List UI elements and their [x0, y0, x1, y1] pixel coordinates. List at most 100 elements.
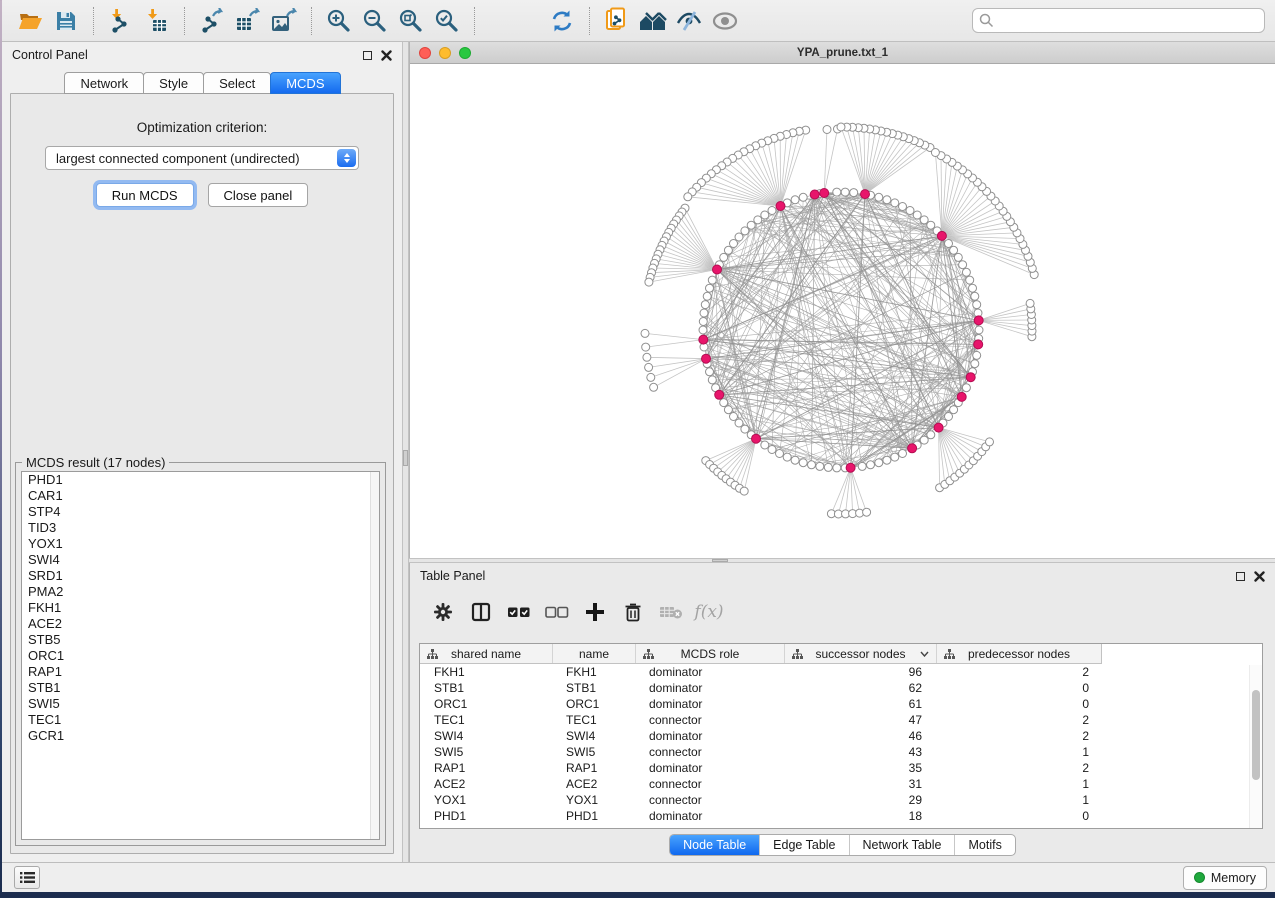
graph-dominator-node[interactable] — [974, 340, 983, 349]
graph-node[interactable] — [700, 309, 708, 317]
graph-node[interactable] — [899, 450, 907, 458]
table-cell[interactable]: ORC1 — [420, 696, 553, 712]
graph-dominator-node[interactable] — [974, 316, 983, 325]
import-network-icon[interactable] — [106, 6, 136, 36]
table-cell[interactable]: YOX1 — [420, 792, 553, 808]
mcds-result-item[interactable]: GCR1 — [22, 728, 379, 744]
mcds-result-item[interactable]: STB5 — [22, 632, 379, 648]
graph-dominator-node[interactable] — [937, 231, 946, 240]
graph-node[interactable] — [966, 276, 974, 284]
graph-node[interactable] — [927, 221, 935, 229]
column-header-name[interactable]: name — [553, 644, 636, 663]
graph-dominator-node[interactable] — [713, 265, 722, 274]
table-cell[interactable]: PHD1 — [553, 808, 636, 824]
graph-node[interactable] — [954, 253, 962, 261]
graph-node[interactable] — [724, 246, 732, 254]
graph-node[interactable] — [875, 193, 883, 201]
scrollbar-thumb[interactable] — [1252, 690, 1260, 780]
mcds-result-item[interactable]: SWI4 — [22, 552, 379, 568]
close-panel-button[interactable]: Close panel — [208, 183, 309, 207]
select-all-columns-icon[interactable] — [502, 599, 536, 625]
graph-node[interactable] — [720, 399, 728, 407]
graph-node[interactable] — [641, 329, 649, 337]
table-row[interactable]: PHD1PHD1dominator180 — [420, 808, 1262, 824]
graph-node[interactable] — [891, 199, 899, 207]
graph-node[interactable] — [642, 343, 650, 351]
table-cell[interactable]: 0 — [937, 696, 1102, 712]
graph-node[interactable] — [906, 207, 914, 215]
table-vertical-scrollbar[interactable] — [1249, 665, 1262, 828]
table-cell[interactable]: TEC1 — [420, 712, 553, 728]
table-cell[interactable]: dominator — [636, 728, 785, 744]
table-cell[interactable]: 47 — [785, 712, 937, 728]
first-neighbors-icon[interactable] — [638, 6, 668, 36]
graph-dominator-node[interactable] — [699, 335, 708, 344]
graph-node[interactable] — [920, 216, 928, 224]
graph-node[interactable] — [913, 211, 921, 219]
table-row[interactable]: SWI4SWI4dominator462 — [420, 728, 1262, 744]
network-window-titlebar[interactable]: YPA_prune.txt_1 — [410, 42, 1275, 64]
table-cell[interactable]: ACE2 — [553, 776, 636, 792]
table-cell[interactable]: connector — [636, 792, 785, 808]
graph-node[interactable] — [962, 268, 970, 276]
table-cell[interactable]: 61 — [785, 696, 937, 712]
add-column-icon[interactable] — [578, 599, 612, 625]
new-network-from-selection-icon[interactable] — [602, 6, 632, 36]
chevron-down-icon[interactable] — [920, 651, 929, 657]
graph-node[interactable] — [643, 353, 651, 361]
table-cell[interactable]: 35 — [785, 760, 937, 776]
graph-node[interactable] — [969, 284, 977, 292]
import-table-icon[interactable] — [142, 6, 172, 36]
table-cell[interactable]: connector — [636, 744, 785, 760]
mcds-result-item[interactable]: TEC1 — [22, 712, 379, 728]
graph-node[interactable] — [959, 261, 967, 269]
graph-node[interactable] — [833, 188, 841, 196]
graph-node[interactable] — [875, 459, 883, 467]
open-session-icon[interactable] — [15, 6, 45, 36]
table-cell[interactable]: ACE2 — [420, 776, 553, 792]
table-cell[interactable]: 62 — [785, 680, 937, 696]
mcds-result-item[interactable]: PMA2 — [22, 584, 379, 600]
graph-node[interactable] — [962, 384, 970, 392]
graph-node[interactable] — [863, 508, 871, 516]
column-header-shared-name[interactable]: shared name — [420, 644, 553, 663]
table-cell[interactable]: 2 — [937, 760, 1102, 776]
graph-node[interactable] — [699, 318, 707, 326]
tab-node-table[interactable]: Node Table — [670, 835, 760, 855]
table-row[interactable]: SWI5SWI5connector431 — [420, 744, 1262, 760]
graph-node[interactable] — [768, 446, 776, 454]
table-cell[interactable]: TEC1 — [553, 712, 636, 728]
graph-node[interactable] — [645, 363, 653, 371]
delete-table-icon[interactable] — [654, 599, 688, 625]
graph-dominator-node[interactable] — [752, 434, 761, 443]
graph-node[interactable] — [708, 376, 716, 384]
graph-node[interactable] — [927, 431, 935, 439]
graph-node[interactable] — [708, 276, 716, 284]
table-cell[interactable]: STB1 — [553, 680, 636, 696]
graph-node[interactable] — [971, 360, 979, 368]
function-builder-icon[interactable]: f(x) — [692, 599, 726, 625]
show-all-icon[interactable] — [710, 6, 740, 36]
graph-node[interactable] — [735, 419, 743, 427]
graph-node[interactable] — [945, 413, 953, 421]
graph-node[interactable] — [975, 326, 983, 334]
mcds-result-item[interactable]: YOX1 — [22, 536, 379, 552]
column-header-mcds-role[interactable]: MCDS role — [636, 644, 785, 663]
graph-node[interactable] — [824, 463, 832, 471]
table-cell[interactable]: 1 — [937, 776, 1102, 792]
mcds-result-item[interactable]: ORC1 — [22, 648, 379, 664]
table-row[interactable]: YOX1YOX1connector291 — [420, 792, 1262, 808]
refresh-view-icon[interactable] — [547, 6, 577, 36]
table-cell[interactable]: ORC1 — [553, 696, 636, 712]
tab-motifs[interactable]: Motifs — [955, 835, 1014, 855]
graph-dominator-node[interactable] — [715, 390, 724, 399]
export-network-icon[interactable] — [197, 6, 227, 36]
graph-node[interactable] — [701, 301, 709, 309]
graph-dominator-node[interactable] — [820, 189, 829, 198]
graph-dominator-node[interactable] — [702, 354, 711, 363]
graph-node[interactable] — [776, 450, 784, 458]
graph-node[interactable] — [850, 189, 858, 197]
tab-select[interactable]: Select — [203, 72, 271, 94]
graph-node[interactable] — [867, 461, 875, 469]
graph-dominator-node[interactable] — [966, 373, 975, 382]
